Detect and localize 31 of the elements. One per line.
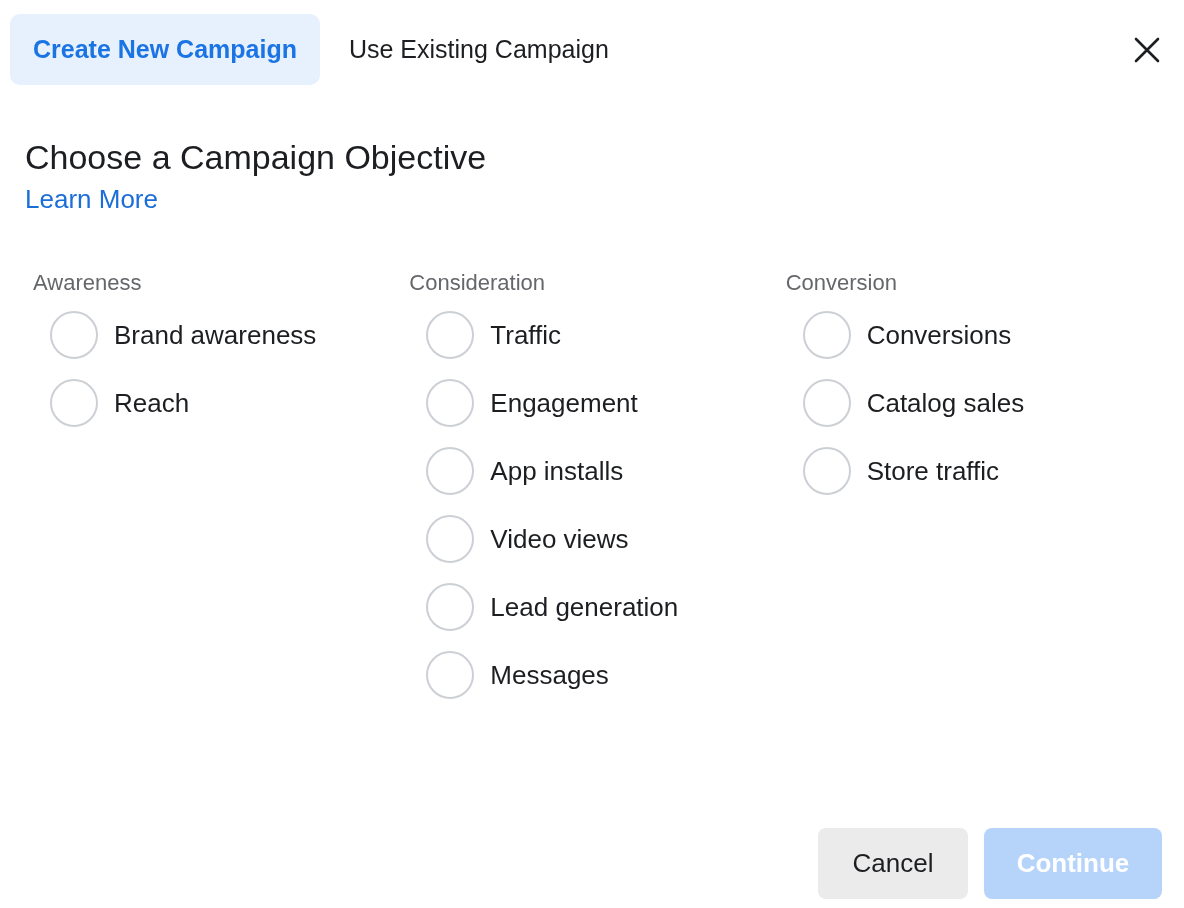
option-label[interactable]: Video views (490, 523, 629, 555)
radio-button[interactable] (50, 379, 98, 427)
close-icon[interactable] (1134, 36, 1160, 63)
radio-button[interactable] (426, 515, 475, 563)
radio-button[interactable] (426, 379, 475, 427)
radio-button[interactable] (802, 379, 851, 427)
group-label: Consideration (409, 269, 547, 297)
option-label[interactable]: Brand awareness (114, 319, 317, 351)
radio-button[interactable] (426, 583, 475, 631)
radio-button[interactable] (802, 447, 851, 495)
radio-button[interactable] (50, 311, 98, 359)
option-label[interactable]: Engagement (490, 387, 638, 419)
radio-button[interactable] (426, 311, 475, 359)
option-label[interactable]: Conversions (866, 319, 1012, 351)
tab[interactable]: Use Existing Campaign (325, 14, 632, 85)
option-label[interactable]: Reach (114, 387, 190, 419)
option-label[interactable]: Lead generation (490, 591, 679, 623)
tab[interactable]: Create New Campaign (10, 14, 320, 85)
option-label[interactable]: Messages (490, 659, 609, 691)
radio-button[interactable] (426, 651, 475, 699)
option-label[interactable]: App installs (490, 455, 624, 487)
option-label[interactable]: Catalog sales (866, 387, 1025, 419)
group-label: Awareness (33, 269, 143, 297)
cancel-button[interactable]: Cancel (818, 828, 968, 899)
dialog-heading: Choose a Campaign Objective (25, 137, 488, 177)
option-label[interactable]: Store traffic (866, 455, 1000, 487)
option-label[interactable]: Traffic (490, 319, 562, 351)
group-label: Conversion (785, 269, 898, 297)
learn-more-link[interactable]: Learn More (25, 182, 158, 216)
radio-button[interactable] (426, 447, 475, 495)
radio-button[interactable] (802, 311, 851, 359)
